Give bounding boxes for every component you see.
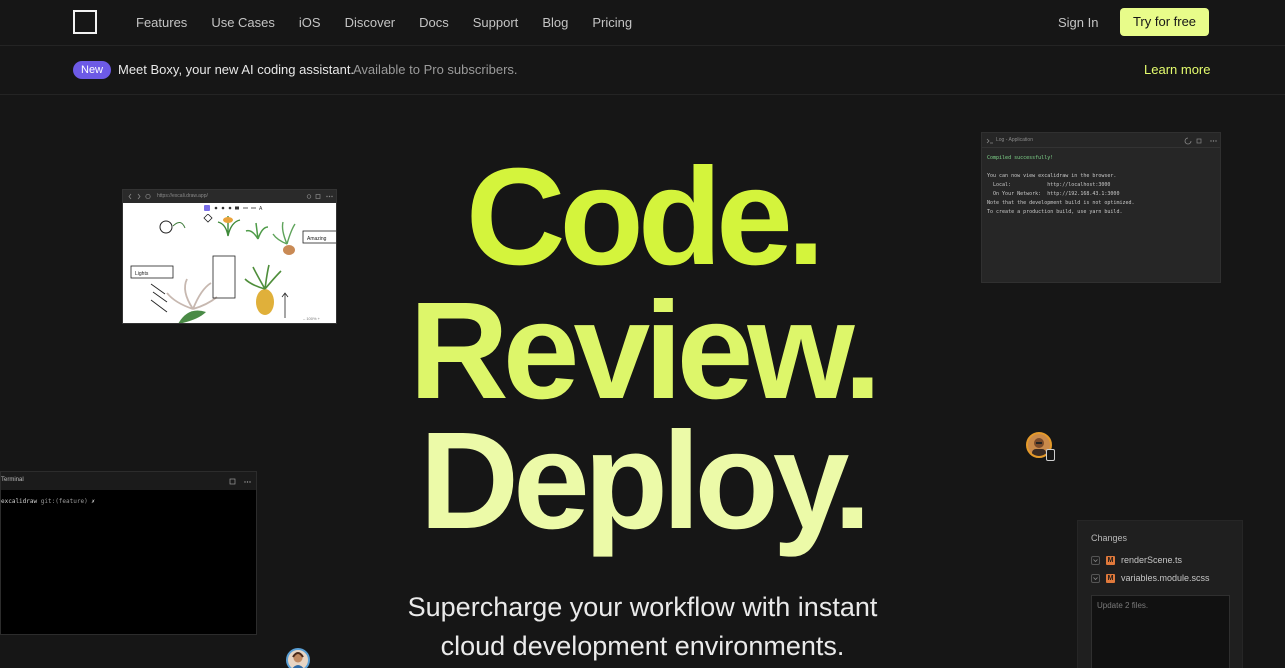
try-for-free-button[interactable]: Try for free: [1120, 8, 1209, 36]
terminal-window: Terminal excalidraw git:(feature) ✗: [0, 471, 257, 635]
hero-headline-review: Review.: [409, 274, 882, 428]
commit-message-input[interactable]: Update 2 files.: [1091, 595, 1230, 668]
changed-file-row[interactable]: M variables.module.scss: [1091, 572, 1210, 584]
nav-link-pricing[interactable]: Pricing: [592, 15, 632, 30]
announcement-message: Meet Boxy, your new AI coding assistant.: [118, 62, 355, 77]
nav-link-discover[interactable]: Discover: [345, 15, 396, 30]
changed-file-name: variables.module.scss: [1121, 573, 1210, 583]
log-window-title: Log - Application: [996, 137, 1033, 143]
learn-more-link[interactable]: Learn more: [1144, 62, 1210, 77]
nav-link-ios[interactable]: iOS: [299, 15, 321, 30]
changed-file-row[interactable]: M renderScene.ts: [1091, 554, 1182, 566]
log-window-header: Log - Application: [982, 133, 1220, 148]
terminal-git-branch: git:(feature): [40, 498, 88, 505]
person-icon: [292, 652, 304, 668]
new-badge: New: [73, 61, 112, 79]
modified-badge: M: [1106, 555, 1115, 565]
announcement-subtext: Available to Pro subscribers.: [353, 62, 518, 77]
changed-file-name: renderScene.ts: [1121, 555, 1183, 565]
file-checkbox[interactable]: [1091, 573, 1100, 583]
changes-panel: Changes M renderScene.ts M variables.mod…: [1077, 520, 1243, 668]
terminal-prompt[interactable]: excalidraw git:(feature) ✗: [1, 498, 95, 505]
terminal-dirty-mark: ✗: [91, 498, 95, 505]
terminal-prompt-icon: [986, 138, 993, 144]
commit-message-placeholder: Update 2 files.: [1097, 601, 1149, 610]
hero-headline-code: Code.: [465, 140, 825, 294]
nav-link-features[interactable]: Features: [136, 15, 187, 30]
terminal-header: Terminal: [1, 472, 256, 490]
nav-link-use-cases[interactable]: Use Cases: [211, 15, 275, 30]
chevron-down-icon: [1093, 576, 1098, 580]
log-window-actions-icon[interactable]: [1184, 137, 1220, 145]
chevron-down-icon: [1093, 558, 1098, 562]
changes-title: Changes: [1091, 533, 1128, 543]
mobile-device-icon: [1046, 449, 1055, 461]
nav-links: Features Use Cases iOS Discover Docs Sup…: [136, 15, 656, 30]
logo-icon[interactable]: [73, 10, 97, 34]
collaborator-avatar-2: [286, 648, 310, 668]
modified-badge: M: [1106, 573, 1115, 583]
sign-in-link[interactable]: Sign In: [1058, 15, 1098, 30]
nav-link-support[interactable]: Support: [473, 15, 519, 30]
terminal-actions-icon[interactable]: [229, 478, 255, 486]
terminal-dir: excalidraw: [1, 498, 38, 505]
announcement-bar: New Meet Boxy, your new AI coding assist…: [0, 47, 1285, 95]
file-checkbox[interactable]: [1091, 555, 1100, 565]
terminal-title: Terminal: [1, 477, 24, 483]
nav-link-docs[interactable]: Docs: [419, 15, 449, 30]
top-nav: Features Use Cases iOS Discover Docs Sup…: [0, 0, 1285, 46]
nav-link-blog[interactable]: Blog: [542, 15, 568, 30]
